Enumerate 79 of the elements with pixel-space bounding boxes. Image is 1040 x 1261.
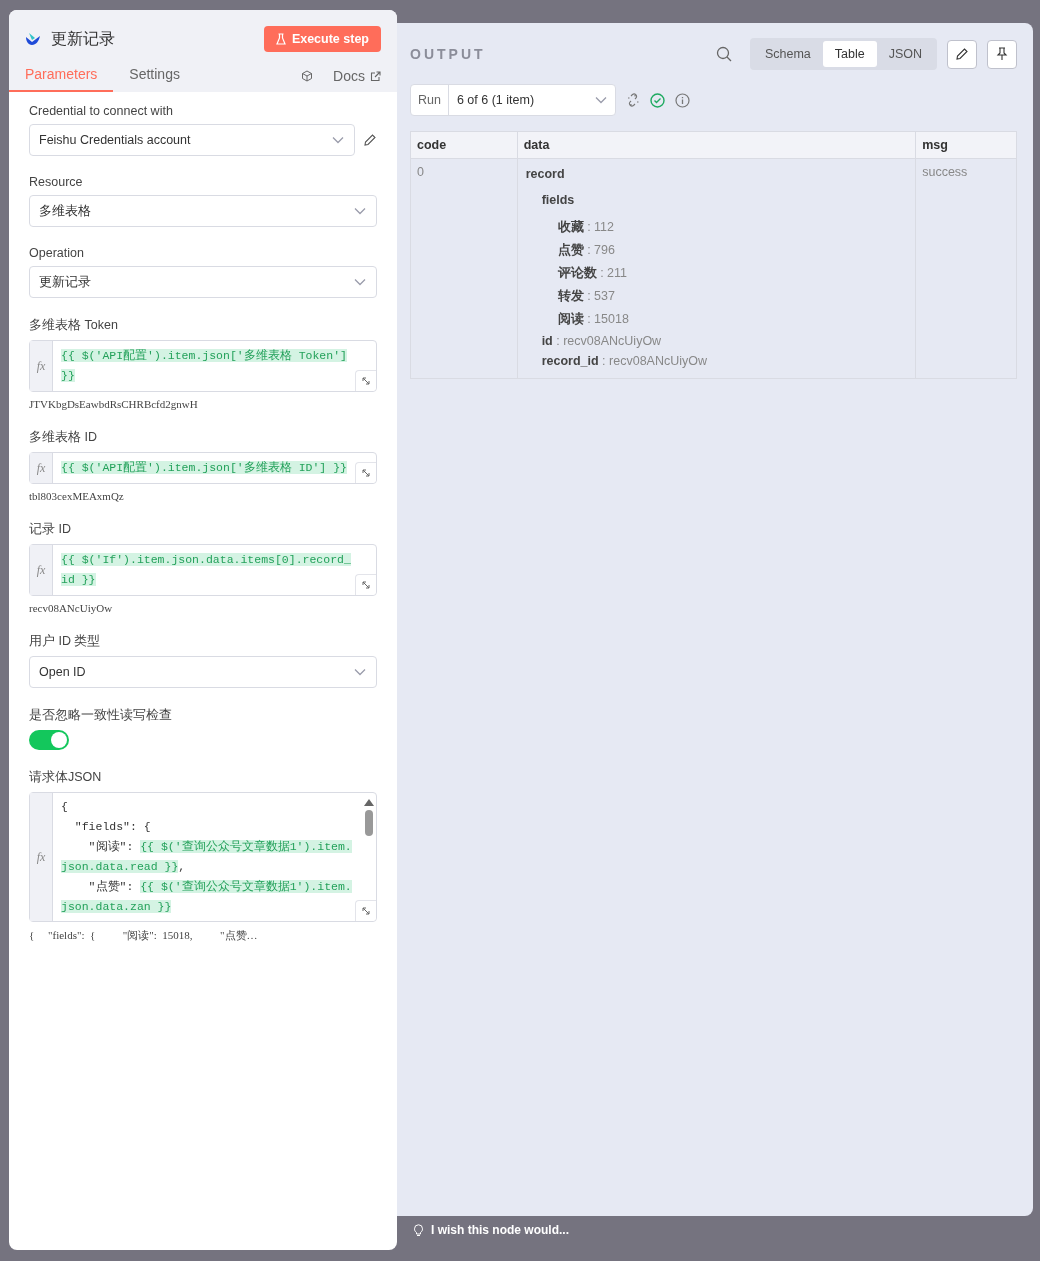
expression-preview: JTVKbgDsEawbdRsCHRBcfd2gnwH bbox=[29, 398, 199, 410]
field-label: 多维表格 ID bbox=[29, 429, 98, 446]
field-label: 多维表格 Token bbox=[29, 317, 119, 334]
node-title: 更新记录 bbox=[51, 28, 116, 49]
dropdown-field[interactable]: Open ID bbox=[29, 656, 377, 688]
expand-button[interactable] bbox=[355, 462, 376, 483]
chevron-down-icon bbox=[354, 207, 366, 215]
scrollbar[interactable] bbox=[364, 799, 374, 836]
view-tab[interactable]: Schema bbox=[752, 41, 823, 67]
dropdown-field[interactable]: 更新记录 bbox=[29, 266, 377, 298]
expand-icon bbox=[361, 468, 371, 478]
field-label: 用户 ID 类型 bbox=[29, 633, 102, 650]
pin-button[interactable] bbox=[987, 39, 1017, 69]
tree-entry: id : recv08ANcUiyOw bbox=[541, 334, 663, 348]
view-tab[interactable]: JSON bbox=[876, 41, 934, 67]
tree-key: fields bbox=[541, 193, 908, 207]
dropdown-field[interactable]: 多维表格 bbox=[29, 195, 377, 227]
pencil-icon[interactable] bbox=[363, 133, 377, 147]
toggle-switch[interactable] bbox=[29, 730, 69, 750]
table-cell: success bbox=[922, 165, 968, 179]
tree-entry: 评论数 : 211 bbox=[557, 265, 629, 282]
column-header: data bbox=[517, 131, 916, 159]
external-link-icon bbox=[370, 70, 381, 82]
tree-entry: record_id : recv08ANcUiyOw bbox=[541, 354, 708, 368]
tree-key: record bbox=[525, 167, 908, 181]
field-label: Operation bbox=[29, 246, 85, 260]
expand-button[interactable] bbox=[355, 900, 376, 921]
tree-entry: 点赞 : 796 bbox=[557, 242, 616, 259]
docs-link[interactable]: Docs bbox=[333, 68, 381, 84]
fx-label: fx bbox=[36, 849, 46, 865]
expression-preview: tbl803cexMEAxmQz bbox=[29, 490, 125, 502]
tree-entry: 转发 : 537 bbox=[557, 288, 616, 305]
fx-label: fx bbox=[36, 460, 46, 476]
column-header: code bbox=[410, 131, 518, 159]
fx-label: fx bbox=[36, 358, 46, 374]
dropdown-field[interactable]: Feishu Credentials account bbox=[29, 124, 355, 156]
field-label: Credential to connect with bbox=[29, 104, 174, 118]
search-icon[interactable] bbox=[715, 46, 732, 62]
expression-field[interactable]: fx {{ $('API配置').item.json['多维表格 ID'] }} bbox=[29, 452, 377, 484]
chevron-down-icon bbox=[595, 96, 607, 104]
code-editor[interactable]: fx { "fields": { "阅读": {{ $('查询公众号文章数据1').item.json.data.read }}, "点赞": {{ $('查询公众号文章数据1').item.json.data.zan }} bbox=[29, 792, 377, 922]
column-header: msg bbox=[915, 131, 1017, 159]
field-label: 请求体JSON bbox=[29, 769, 103, 786]
chevron-down-icon bbox=[332, 136, 344, 144]
tree-entry: 阅读 : 15018 bbox=[557, 311, 630, 328]
lightbulb-icon bbox=[414, 1224, 423, 1236]
bird-logo-icon bbox=[25, 32, 41, 46]
edit-button[interactable] bbox=[947, 39, 977, 69]
expression-field[interactable]: fx {{ $('API配置').item.json['多维表格 Token'] }} bbox=[29, 340, 377, 392]
pin-icon bbox=[996, 47, 1008, 61]
field-label: Resource bbox=[29, 175, 84, 189]
check-circle-icon bbox=[650, 92, 665, 108]
expand-button[interactable] bbox=[355, 370, 376, 391]
scrollbar-thumb[interactable] bbox=[365, 810, 373, 836]
code-preview: { "fields": { "阅读": 15018, "点赞… bbox=[29, 928, 259, 943]
table-cell: 0 bbox=[417, 165, 424, 179]
info-icon[interactable] bbox=[675, 92, 690, 108]
flask-icon bbox=[275, 33, 286, 45]
view-tab[interactable]: Table bbox=[822, 41, 877, 67]
expand-icon bbox=[361, 906, 371, 916]
scroll-up-icon[interactable] bbox=[364, 799, 374, 806]
cube-icon[interactable] bbox=[301, 70, 314, 82]
field-label: 是否忽略一致性读写检查 bbox=[29, 707, 173, 724]
chevron-down-icon bbox=[354, 278, 366, 286]
field-label: 记录 ID bbox=[29, 521, 72, 538]
output-title: OUTPUT bbox=[410, 46, 487, 62]
run-selector[interactable]: Run 6 of 6 (1 item) bbox=[410, 84, 616, 116]
panel-tab[interactable]: Settings bbox=[113, 66, 196, 92]
chevron-down-icon bbox=[354, 668, 366, 676]
expression-preview: recv08ANcUiyOw bbox=[29, 602, 114, 614]
expand-icon bbox=[361, 580, 371, 590]
pencil-icon bbox=[955, 47, 969, 61]
fx-label: fx bbox=[36, 562, 46, 578]
unlink-icon[interactable] bbox=[626, 93, 640, 107]
feedback-prompt[interactable]: I wish this node would... bbox=[431, 1223, 569, 1237]
expression-field[interactable]: fx {{ $('If').item.json.data.items[0].record_id }} bbox=[29, 544, 377, 596]
tree-entry: 收藏 : 112 bbox=[557, 219, 616, 236]
expand-icon bbox=[361, 376, 371, 386]
expand-button[interactable] bbox=[355, 574, 376, 595]
